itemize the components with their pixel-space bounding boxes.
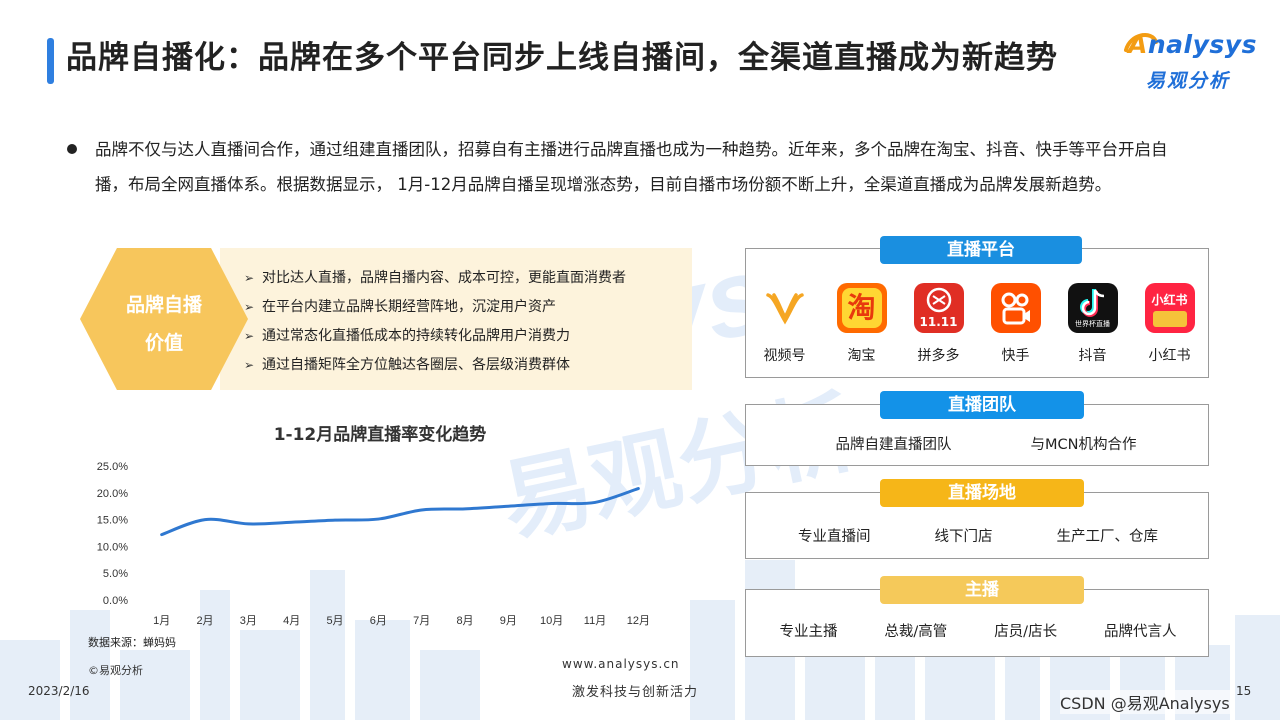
value-item: ➢ 通过常态化直播低成本的持续转化品牌用户消费力 (244, 322, 692, 351)
xiaohongshu-icon: 小红书 (1144, 283, 1195, 333)
slogan: 激发科技与创新活力 (572, 685, 699, 700)
x-tick-label: 10月 (540, 615, 563, 627)
venue-item: 生产工厂、仓库 (1056, 529, 1159, 545)
logo-wordmark: Analysys (1128, 30, 1257, 59)
venue-list: 专业直播间 线下门店 生产工厂、仓库 (766, 525, 1190, 546)
team-item: 品牌自建直播团队 (835, 437, 952, 453)
taobao-icon: 淘 (836, 283, 887, 333)
host-header: 主播 (880, 576, 1084, 604)
csdn-watermark: CSDN @易观Analysys (1060, 690, 1230, 714)
page-number: 15 (1236, 684, 1252, 698)
host-list: 专业主播 总裁/高管 店员/店长 品牌代言人 (756, 620, 1200, 641)
kuaishou-icon (990, 283, 1041, 333)
team-item: 与MCN机构合作 (1030, 437, 1137, 453)
host-item: 店员/店长 (994, 624, 1058, 640)
page-title: 品牌自播化：品牌在多个平台同步上线自播间，全渠道直播成为新趋势 (66, 40, 1058, 76)
platform-item[interactable]: 淘 淘宝 (832, 283, 892, 365)
host-item: 品牌代言人 (1104, 624, 1177, 640)
arrow-icon: ➢ (244, 358, 255, 372)
x-tick-label: 3月 (240, 615, 257, 627)
y-tick-label: 10.0% (97, 541, 128, 553)
platform-list: 视频号 淘 淘宝 11.11 拼多多 快手 世界杯直播 抖音 小红书 小红书 (746, 283, 1208, 365)
platforms-header: 直播平台 (880, 236, 1082, 264)
venue-header: 直播场地 (880, 479, 1084, 507)
x-tick-label: 7月 (413, 615, 430, 627)
wechat-channels-icon (759, 283, 810, 333)
logo-chinese: 易观分析 (1146, 70, 1231, 92)
xiaohongshu-badge (1152, 311, 1187, 327)
y-tick-label: 25.0% (97, 461, 128, 473)
series-line (160, 487, 640, 537)
bullet-dot (67, 144, 77, 154)
host-item: 总裁/高管 (884, 624, 948, 640)
arrow-icon: ➢ (244, 329, 255, 343)
platform-item[interactable]: 世界杯直播 抖音 (1063, 283, 1123, 365)
brand-value-box: 品牌自播 价值 ➢ 对比达人直播，品牌自播内容、成本可控，更能直面消费者 ➢ 在平台… (80, 248, 692, 390)
value-item: ➢ 对比达人直播，品牌自播内容、成本可控，更能直面消费者 (244, 264, 692, 293)
data-source: 数据来源：蝉妈妈 (88, 636, 176, 649)
line-chart: 0.0% 5.0% 10.0% 15.0% 20.0% 25.0% 1月 2月 3月 4月 5月 6月… (97, 461, 650, 627)
platform-item[interactable]: 视频号 (755, 283, 815, 365)
venue-item: 线下门店 (934, 529, 993, 545)
arrow-icon: ➢ (244, 300, 255, 314)
arrow-icon: ➢ (244, 271, 255, 285)
value-list: ➢ 对比达人直播，品牌自播内容、成本可控，更能直面消费者 ➢ 在平台内建立品牌长期经… (244, 264, 692, 380)
analysys-logo: Analysys 易观分析 (1124, 30, 1258, 94)
platforms-panel: 视频号 淘 淘宝 11.11 拼多多 快手 世界杯直播 抖音 小红书 小红书 (745, 248, 1209, 378)
bullet-paragraph: 品牌不仅与达人直播间合作，通过组建直播团队，招募自有主播进行品牌直播也成为一种趋… (95, 140, 1168, 194)
team-header: 直播团队 (880, 391, 1084, 419)
host-item: 专业主播 (779, 624, 838, 640)
x-tick-label: 9月 (500, 615, 517, 627)
hexagon-label: 品牌自播 价值 (125, 294, 202, 354)
title-accent-bar (47, 38, 54, 84)
team-list: 品牌自建直播团队 与MCN机构合作 (796, 433, 1176, 454)
douyin-icon: 世界杯直播 (1067, 283, 1118, 333)
x-tick-label: 11月 (584, 615, 606, 627)
y-tick-label: 0.0% (103, 595, 128, 607)
value-item: ➢ 通过自播矩阵全方位触达各圈层、各层级消费群体 (244, 351, 692, 380)
venue-item: 专业直播间 (798, 529, 871, 545)
x-tick-label: 8月 (456, 615, 473, 627)
y-tick-label: 5.0% (103, 568, 128, 580)
platform-item[interactable]: 11.11 拼多多 (909, 283, 969, 365)
x-tick-label: 4月 (283, 615, 300, 627)
platform-item[interactable]: 快手 (986, 283, 1046, 365)
value-item: ➢ 在平台内建立品牌长期经营阵地，沉淀用户资产 (244, 293, 692, 322)
date: 2023/2/16 (28, 684, 90, 698)
platform-item[interactable]: 小红书 小红书 (1140, 283, 1200, 365)
y-tick-label: 20.0% (97, 488, 128, 500)
x-tick-label: 1月 (153, 615, 170, 627)
y-tick-label: 15.0% (97, 515, 128, 527)
pinduoduo-icon: 11.11 (913, 283, 964, 333)
chart-title: 1-12月品牌直播率变化趋势 (273, 425, 487, 445)
x-tick-label: 2月 (196, 615, 213, 627)
x-tick-label: 5月 (326, 615, 343, 627)
website-link[interactable]: www.analysys.cn (562, 657, 680, 671)
x-tick-label: 12月 (627, 615, 650, 627)
copyright: ©易观分析 (88, 664, 143, 677)
x-tick-label: 6月 (370, 615, 387, 627)
